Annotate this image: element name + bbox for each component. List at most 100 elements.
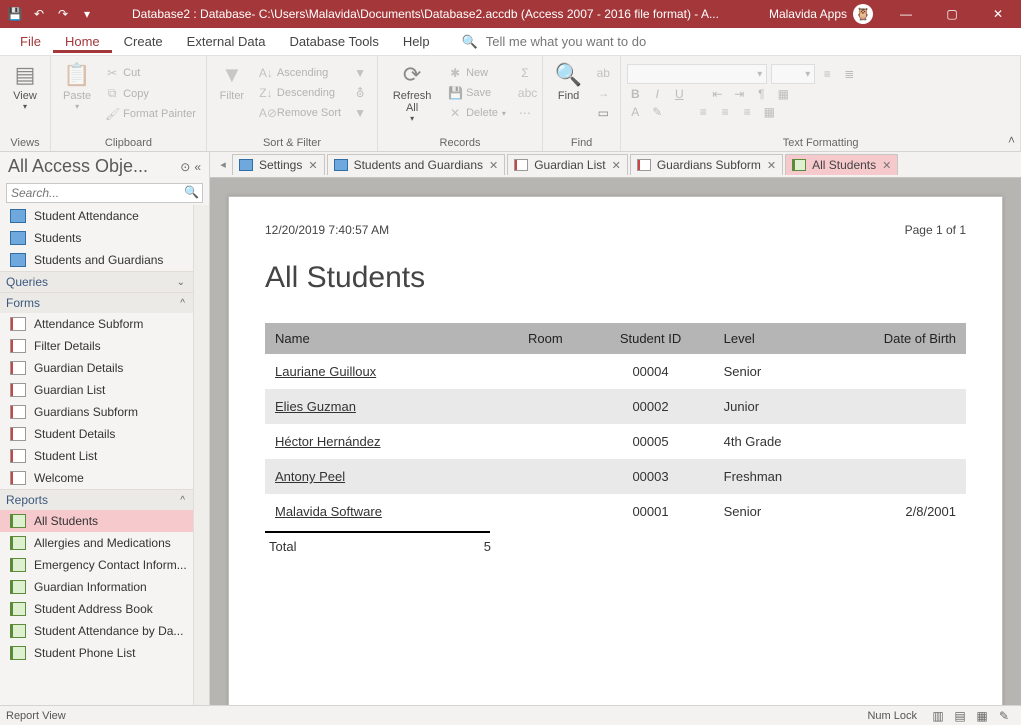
indent-decrease-icon[interactable]: ⇤ [709,87,725,101]
nav-section-reports[interactable]: Reports^ [0,489,193,510]
spelling-button[interactable]: abc [514,84,536,102]
table-row[interactable]: Antony Peel00003Freshman [265,459,966,494]
nav-scrollbar[interactable] [193,205,209,705]
nav-report-item[interactable]: Student Phone List [0,642,193,664]
redo-icon[interactable]: ↷ [54,5,72,23]
nav-form-item[interactable]: Filter Details [0,335,193,357]
gridlines-icon[interactable]: ▦ [761,105,777,119]
nav-section-forms[interactable]: Forms^ [0,292,193,313]
copy-button[interactable]: ⧉Copy [101,84,200,103]
qat-customize-icon[interactable]: ▾ [78,5,96,23]
maximize-button[interactable]: ▢ [929,0,975,28]
select-button[interactable]: ▭ [592,104,614,122]
nav-report-item[interactable]: Emergency Contact Inform... [0,554,193,576]
font-size-combo[interactable]: ▾ [771,64,815,84]
nav-table-item[interactable]: Student Attendance [0,205,193,227]
bullets-icon[interactable]: ≡ [819,67,835,81]
align-right-icon[interactable]: ≡ [739,105,755,119]
view-layout-icon[interactable]: ▦ [971,709,993,723]
undo-icon[interactable]: ↶ [30,5,48,23]
highlight-icon[interactable]: ✎ [649,105,665,119]
table-row[interactable]: Elies Guzman00002Junior [265,389,966,424]
report-viewport[interactable]: 12/20/2019 7:40:57 AM Page 1 of 1 All St… [210,178,1021,705]
remove-sort-button[interactable]: A⊘Remove Sort [255,104,345,122]
doctab-settings[interactable]: Settings✕ [232,154,325,175]
nav-section-queries[interactable]: Queries⌄ [0,271,193,292]
nav-search-input[interactable] [6,183,203,203]
italic-icon[interactable]: I [649,87,665,101]
align-center-icon[interactable]: ≡ [717,105,733,119]
nav-collapse-icon[interactable]: « [194,160,201,174]
doctab-guardians-subform[interactable]: Guardians Subform✕ [630,154,783,175]
nav-form-item[interactable]: Guardian Details [0,357,193,379]
nav-title[interactable]: All Access Obje... ⊙« [0,152,209,181]
tab-help[interactable]: Help [391,30,442,53]
nav-report-item[interactable]: Allergies and Medications [0,532,193,554]
advanced-filter-button[interactable]: ⛢ [349,84,371,102]
delete-record-button[interactable]: ✕Delete▾ [444,104,510,122]
find-button[interactable]: 🔍 Find [549,60,588,104]
totals-button[interactable]: Σ [514,64,536,82]
doctab-students-guardians[interactable]: Students and Guardians✕ [327,154,506,175]
search-icon[interactable]: 🔍 [184,185,199,199]
tab-create[interactable]: Create [112,30,175,53]
table-row[interactable]: Héctor Hernández000054th Grade [265,424,966,459]
numbering-icon[interactable]: ≣ [841,67,857,81]
view-report-icon[interactable]: ▥ [927,709,949,723]
toggle-filter-button[interactable]: ▼ [349,104,371,122]
view-button[interactable]: ▤ View▾ [6,60,44,113]
nav-report-item[interactable]: Student Address Book [0,598,193,620]
tab-home[interactable]: Home [53,30,112,53]
font-name-combo[interactable]: ▾ [627,64,767,84]
close-tab-icon[interactable]: ✕ [308,159,317,172]
indent-increase-icon[interactable]: ⇥ [731,87,747,101]
table-row[interactable]: Lauriane Guilloux00004Senior [265,354,966,389]
minimize-button[interactable]: — [883,0,929,28]
bold-icon[interactable]: B [627,87,643,101]
close-tab-icon[interactable]: ✕ [489,159,498,172]
font-color-icon[interactable]: A [627,105,643,119]
ascending-button[interactable]: A↓Ascending [255,64,345,82]
align-left-icon[interactable]: ≡ [695,105,711,119]
tab-file[interactable]: File [8,30,53,53]
descending-button[interactable]: Z↓Descending [255,84,345,102]
new-record-button[interactable]: ✱New [444,64,510,82]
nav-report-item[interactable]: Guardian Information [0,576,193,598]
doctab-all-students[interactable]: All Students✕ [785,154,898,175]
nav-items-scroll[interactable]: Student Attendance Students Students and… [0,205,193,705]
nav-table-item[interactable]: Students [0,227,193,249]
format-painter-button[interactable]: 🖌Format Painter [101,105,200,123]
ltr-icon[interactable]: ¶ [753,87,769,101]
replace-button[interactable]: ab [592,64,614,82]
filter-button[interactable]: ▼ Filter [213,60,251,104]
cut-button[interactable]: ✂Cut [101,64,200,82]
doctab-guardian-list[interactable]: Guardian List✕ [507,154,628,175]
goto-button[interactable]: → [592,84,614,102]
tabs-scroll-left[interactable]: ◂ [214,158,232,171]
nav-report-item[interactable]: Student Attendance by Da... [0,620,193,642]
selection-button[interactable]: ▼ [349,64,371,82]
close-button[interactable]: ✕ [975,0,1021,28]
view-design-icon[interactable]: ✎ [993,709,1015,723]
close-tab-icon[interactable]: ✕ [767,159,776,172]
nav-form-item[interactable]: Student Details [0,423,193,445]
save-icon[interactable]: 💾 [6,5,24,23]
tell-me-search[interactable]: 🔍 Tell me what you want to do [462,34,647,50]
nav-table-item[interactable]: Students and Guardians [0,249,193,271]
close-tab-icon[interactable]: ✕ [882,159,891,172]
ribbon-collapse-button[interactable]: ˄ [1008,133,1015,147]
nav-form-item[interactable]: Guardian List [0,379,193,401]
tab-database-tools[interactable]: Database Tools [277,30,390,53]
nav-report-item[interactable]: All Students [0,510,193,532]
refresh-all-button[interactable]: ⟳ Refresh All▾ [384,60,440,125]
view-print-icon[interactable]: ▤ [949,709,971,723]
nav-dropdown-icon[interactable]: ⊙ [180,160,190,174]
close-tab-icon[interactable]: ✕ [612,159,621,172]
save-record-button[interactable]: 💾Save [444,84,510,102]
table-row[interactable]: Malavida Software00001Senior2/8/2001 [265,494,966,529]
tab-external-data[interactable]: External Data [175,30,278,53]
nav-form-item[interactable]: Attendance Subform [0,313,193,335]
fill-icon[interactable]: ▦ [775,87,791,101]
more-records-button[interactable]: ⋯ [514,104,536,122]
underline-icon[interactable]: U [671,87,687,101]
